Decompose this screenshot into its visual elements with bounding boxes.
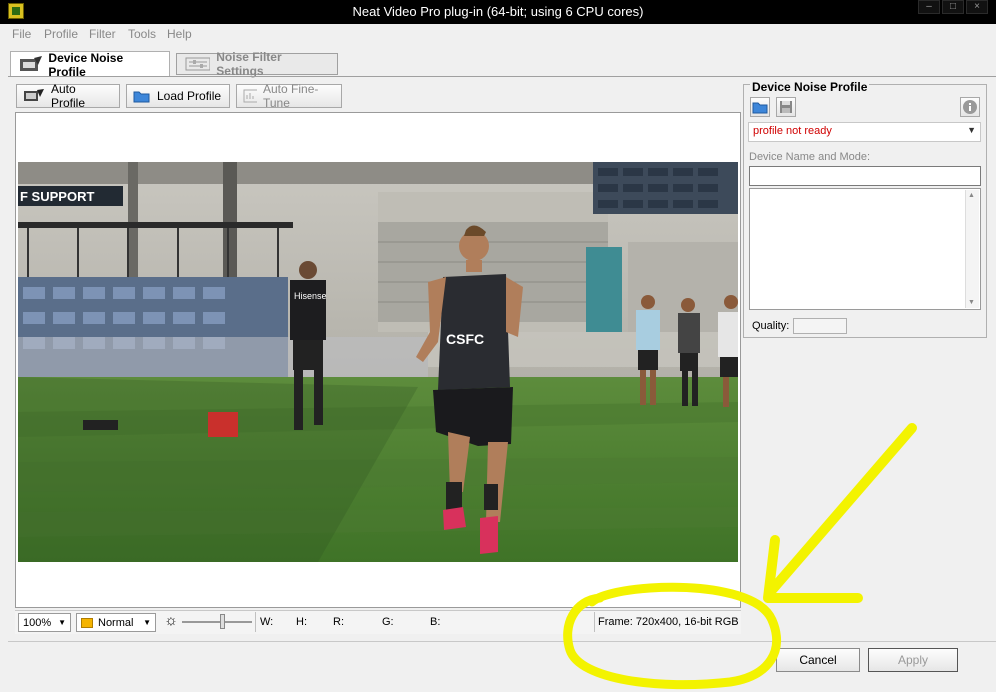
- status-divider: [255, 612, 256, 632]
- chevron-down-icon: ▼: [967, 125, 976, 135]
- maximize-button[interactable]: □: [942, 0, 964, 14]
- camera-profile-icon: [20, 55, 42, 71]
- width-label: W:: [260, 616, 274, 628]
- save-profile-button[interactable]: [776, 97, 796, 117]
- tab-device-noise-profile[interactable]: Device Noise Profile: [10, 50, 170, 79]
- sliders-icon: [185, 57, 211, 71]
- auto-profile-icon: [24, 89, 44, 101]
- device-name-field[interactable]: [749, 166, 981, 186]
- profile-notes-textarea[interactable]: [749, 188, 981, 310]
- brightness-icon[interactable]: ☼: [162, 612, 180, 632]
- info-button[interactable]: [960, 97, 980, 117]
- banner-text: F SUPPORT: [20, 189, 94, 204]
- quality-label: Quality:: [752, 320, 790, 332]
- cancel-button[interactable]: Cancel: [776, 648, 860, 672]
- bottom-divider: [8, 641, 996, 642]
- scroll-up-icon[interactable]: ▲: [968, 192, 975, 199]
- close-button[interactable]: ×: [966, 0, 988, 14]
- video-frame-preview[interactable]: F SUPPORT Hisense CSFC: [18, 162, 738, 562]
- menu-bar: File Profile Filter Tools Help: [0, 24, 996, 44]
- info-icon: [963, 100, 977, 114]
- apply-button[interactable]: Apply: [868, 648, 958, 672]
- chevron-down-icon: ▼: [143, 618, 151, 627]
- load-profile-label: Load Profile: [157, 89, 222, 103]
- save-icon: [780, 101, 792, 113]
- chevron-down-icon: ▼: [58, 618, 66, 627]
- height-label: H:: [296, 616, 307, 628]
- menu-help[interactable]: Help: [167, 27, 192, 41]
- folder-icon: [133, 91, 150, 103]
- tab-label: Noise Filter Settings: [216, 50, 282, 78]
- profile-status: profile not ready: [753, 125, 832, 137]
- jersey-text: CSFC: [446, 331, 484, 347]
- quality-indicator: [793, 318, 847, 334]
- folder-icon: [752, 102, 768, 114]
- apply-label: Apply: [897, 653, 929, 667]
- auto-finetune-label: Auto Fine-Tune: [263, 82, 319, 110]
- mode-color-icon: [81, 617, 93, 628]
- auto-finetune-button[interactable]: Auto Fine-Tune: [236, 82, 342, 110]
- tab-label: Device Noise Profile: [48, 50, 124, 79]
- view-mode-value: Normal: [98, 616, 134, 629]
- finetune-icon: [243, 89, 257, 103]
- zoom-select[interactable]: 100% ▼: [18, 613, 71, 632]
- tab-noise-filter-settings[interactable]: Noise Filter Settings: [176, 50, 338, 78]
- green-label: G:: [382, 616, 394, 628]
- frame-info: Frame: 720x400, 16-bit RGB: [598, 616, 739, 628]
- status-divider: [594, 612, 595, 632]
- menu-file[interactable]: File: [12, 27, 31, 41]
- tab-divider: [8, 76, 996, 77]
- profile-status-select[interactable]: profile not ready ▼: [748, 122, 981, 142]
- blue-label: B:: [430, 616, 441, 628]
- red-label: R:: [333, 616, 344, 628]
- brightness-slider-handle[interactable]: [220, 614, 225, 629]
- sponsor-text: Hisense: [294, 291, 327, 301]
- view-mode-select[interactable]: Normal ▼: [76, 613, 156, 632]
- title-bar: Neat Video Pro plug-in (64-bit; using 6 …: [0, 0, 996, 24]
- zoom-value: 100%: [23, 616, 52, 629]
- window-title: Neat Video Pro plug-in (64-bit; using 6 …: [352, 4, 644, 19]
- cancel-label: Cancel: [799, 653, 837, 667]
- menu-filter[interactable]: Filter: [89, 27, 116, 41]
- video-frame-image: F SUPPORT Hisense CSFC: [18, 162, 738, 562]
- menu-profile[interactable]: Profile: [44, 27, 78, 41]
- device-name-label: Device Name and Mode:: [749, 151, 871, 163]
- scroll-down-icon[interactable]: ▼: [968, 299, 975, 306]
- minimize-button[interactable]: –: [918, 0, 940, 14]
- brightness-slider-track[interactable]: [182, 621, 252, 623]
- panel-title: Device Noise Profile: [750, 80, 870, 94]
- auto-profile-label: Auto Profile: [50, 82, 85, 110]
- load-profile-button[interactable]: Load Profile: [126, 84, 230, 108]
- notes-scrollbar[interactable]: ▲ ▼: [965, 190, 979, 308]
- open-profile-button[interactable]: [750, 97, 770, 117]
- auto-profile-button[interactable]: Auto Profile: [16, 82, 120, 110]
- menu-tools[interactable]: Tools: [128, 27, 156, 41]
